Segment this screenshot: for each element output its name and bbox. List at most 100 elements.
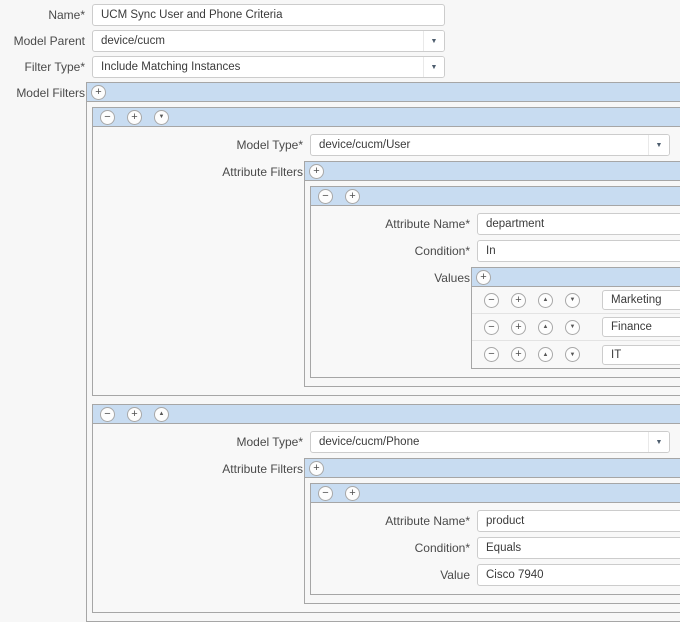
panel-body: Model Type* device/cucm/Phone ▼ Attribut… [93, 424, 680, 612]
attribute-filters-list: + − + Attribute Name* [304, 161, 680, 387]
model-parent-select[interactable]: device/cucm ▼ [92, 30, 445, 52]
value-input[interactable]: Cisco 7940 [477, 564, 680, 586]
value-item-row: − + ▲ ▼ IT [472, 341, 680, 368]
model-filter-panel-user: − + ▼ Model Type* device/cucm/User ▼ Att… [92, 107, 680, 396]
value-row-buttons: − + ▲ ▼ [484, 292, 580, 308]
panel-header: − + ▼ [93, 108, 680, 127]
condition-input[interactable]: Equals [477, 537, 680, 559]
attribute-name-input[interactable]: department [477, 213, 680, 235]
attribute-filters-addbar: + [305, 162, 680, 181]
add-button[interactable]: + [127, 406, 142, 422]
add-button[interactable]: + [127, 109, 142, 125]
model-parent-row: Model Parent device/cucm ▼ [0, 30, 680, 52]
model-type-label: Model Type* [236, 138, 304, 152]
model-type-label: Model Type* [236, 435, 304, 449]
value-row-buttons: − + ▲ ▼ [484, 347, 580, 362]
attribute-name-label: Attribute Name* [385, 514, 470, 528]
remove-button[interactable]: − [318, 485, 333, 501]
model-filters-list: + − + ▼ Model Type* device/cucm/User ▼ A… [86, 82, 680, 622]
model-parent-value: device/cucm [101, 35, 165, 47]
name-input[interactable]: UCM Sync User and Phone Criteria [92, 4, 445, 26]
remove-button[interactable]: − [318, 188, 333, 204]
condition-label: Condition* [414, 541, 470, 555]
move-down-button[interactable]: ▼ [565, 319, 580, 335]
model-type-value: device/cucm/Phone [319, 436, 420, 448]
remove-button[interactable]: − [100, 109, 115, 125]
move-down-button[interactable]: ▼ [154, 109, 169, 125]
attribute-filters-addbar: + [305, 459, 680, 478]
move-up-button[interactable]: ▲ [538, 347, 553, 362]
value-row-buttons: − + ▲ ▼ [484, 319, 580, 335]
values-label: Values [434, 271, 470, 285]
model-type-row: Model Type* device/cucm/User ▼ [93, 134, 680, 156]
attribute-filters-list: + − + Attribute Name* [304, 458, 680, 604]
move-up-button[interactable]: ▲ [538, 319, 553, 335]
dropdown-arrow-icon[interactable]: ▼ [648, 135, 669, 155]
values-list: + − + ▲ ▼ Marketing − + ▲ ▼ Finance − + … [471, 267, 680, 369]
value-input[interactable]: Finance [602, 317, 680, 337]
model-parent-label: Model Parent [13, 34, 85, 48]
condition-row: Condition* In [311, 240, 680, 262]
move-up-button[interactable]: ▲ [538, 292, 553, 308]
value-row: Value Cisco 7940 [311, 564, 680, 586]
value-item-row: − + ▲ ▼ Finance [472, 314, 680, 341]
condition-row: Condition* Equals [311, 537, 680, 559]
model-filters-addbar: + [87, 83, 680, 102]
model-type-select[interactable]: device/cucm/User ▼ [310, 134, 670, 156]
model-type-row: Model Type* device/cucm/Phone ▼ [93, 431, 680, 453]
add-button[interactable]: + [345, 485, 360, 501]
add-model-filter-button[interactable]: + [91, 84, 106, 100]
add-attribute-filter-button[interactable]: + [309, 460, 324, 476]
add-value-button[interactable]: + [476, 269, 491, 285]
remove-button[interactable]: − [484, 347, 499, 362]
value-input[interactable]: Marketing [602, 290, 680, 310]
move-up-button[interactable]: ▲ [154, 406, 169, 422]
condition-input[interactable]: In [477, 240, 680, 262]
name-label: Name* [48, 8, 85, 22]
add-button[interactable]: + [345, 188, 360, 204]
remove-button[interactable]: − [100, 406, 115, 422]
move-down-button[interactable]: ▼ [565, 347, 580, 362]
name-row: Name* UCM Sync User and Phone Criteria [0, 4, 680, 26]
values-row: Values + − + ▲ ▼ Marketing − + ▲ ▼ Finan… [311, 267, 680, 369]
values-addbar: + [472, 268, 680, 287]
filter-type-select[interactable]: Include Matching Instances ▼ [92, 56, 445, 78]
panel-header: − + [311, 187, 680, 206]
dropdown-arrow-icon[interactable]: ▼ [648, 432, 669, 452]
dropdown-arrow-icon[interactable]: ▼ [423, 31, 444, 51]
panel-body: Attribute Name* department Condition* In… [311, 206, 680, 377]
model-type-value: device/cucm/User [319, 139, 411, 151]
filter-type-label: Filter Type* [24, 60, 85, 74]
model-filter-panel-phone: − + ▲ Model Type* device/cucm/Phone ▼ At… [92, 404, 680, 613]
attribute-filters-row: Attribute Filters + − + Attribute Name* … [93, 458, 680, 604]
filter-type-row: Filter Type* Include Matching Instances … [0, 56, 680, 78]
criteria-form: Name* UCM Sync User and Phone Criteria M… [0, 0, 680, 622]
value-input[interactable]: IT [602, 344, 680, 365]
condition-label: Condition* [414, 244, 470, 258]
attribute-filters-label: Attribute Filters [222, 462, 303, 476]
panel-header: − + ▲ [93, 405, 680, 424]
value-item-row: − + ▲ ▼ Marketing [472, 287, 680, 314]
remove-button[interactable]: − [484, 319, 499, 335]
panel-body: Attribute Name* product Condition* Equal… [311, 503, 680, 594]
move-down-button[interactable]: ▼ [565, 292, 580, 308]
value-label: Value [440, 568, 470, 582]
model-type-select[interactable]: device/cucm/Phone ▼ [310, 431, 670, 453]
attribute-name-row: Attribute Name* product [311, 510, 680, 532]
model-filters-row: Model Filters + − + ▼ Model Type* device… [0, 82, 680, 622]
panel-header: − + [311, 484, 680, 503]
add-button[interactable]: + [511, 319, 526, 335]
attribute-filters-row: Attribute Filters + − + Attribute Name* … [93, 161, 680, 387]
panel-body: Model Type* device/cucm/User ▼ Attribute… [93, 127, 680, 395]
add-button[interactable]: + [511, 347, 526, 362]
remove-button[interactable]: − [484, 292, 499, 308]
attribute-filter-panel: − + Attribute Name* department Condition… [310, 186, 680, 378]
attribute-filter-panel: − + Attribute Name* product Condition* E… [310, 483, 680, 595]
attribute-name-label: Attribute Name* [385, 217, 470, 231]
add-attribute-filter-button[interactable]: + [309, 163, 324, 179]
filter-type-value: Include Matching Instances [101, 61, 241, 73]
attribute-name-input[interactable]: product [477, 510, 680, 532]
attribute-filters-label: Attribute Filters [222, 165, 303, 179]
add-button[interactable]: + [511, 292, 526, 308]
dropdown-arrow-icon[interactable]: ▼ [423, 57, 444, 77]
